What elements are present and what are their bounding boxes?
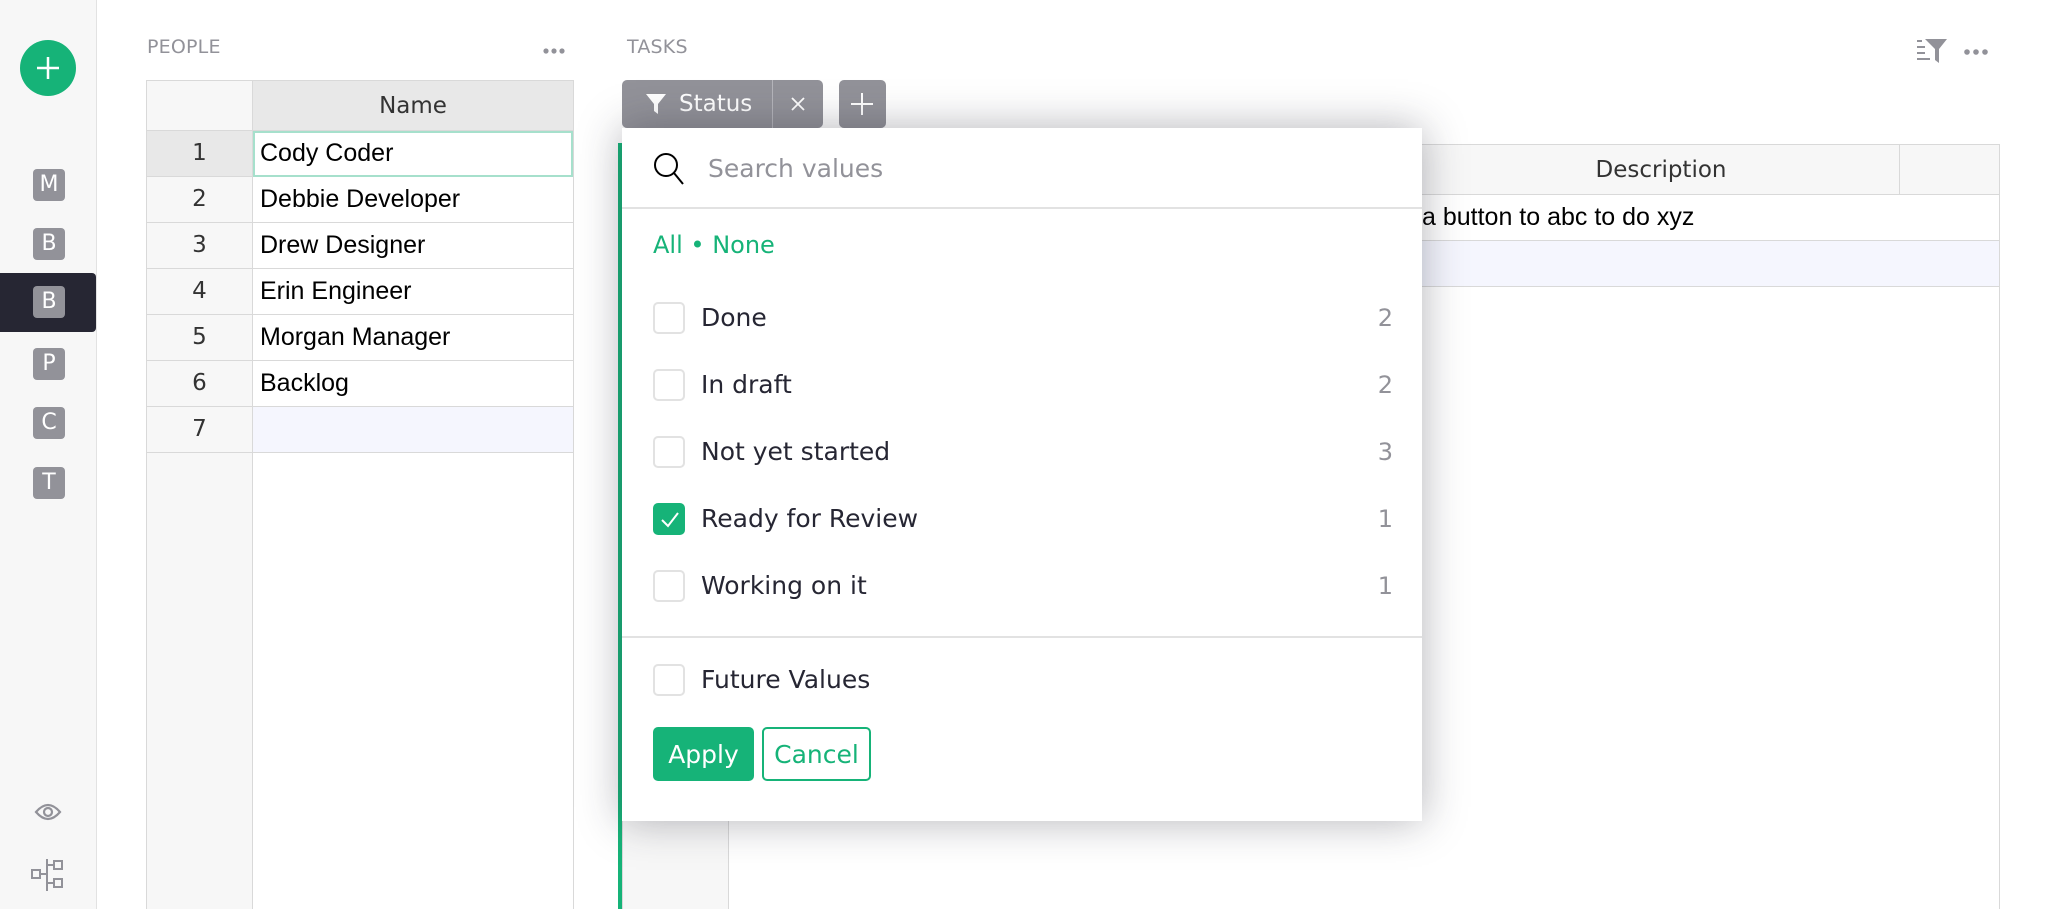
option-count: 2 bbox=[1377, 304, 1393, 332]
raw-data-tree-icon[interactable] bbox=[31, 858, 65, 892]
option-label: Done bbox=[701, 303, 767, 332]
name-cell[interactable]: Morgan Manager bbox=[253, 315, 573, 361]
option-checkbox[interactable] bbox=[653, 369, 685, 401]
page-initial-icon: T bbox=[33, 467, 65, 499]
add-row-cell[interactable] bbox=[253, 407, 573, 453]
row-number[interactable]: 4 bbox=[147, 269, 253, 315]
people-section-title: PEOPLE bbox=[147, 36, 221, 58]
column-header-add[interactable] bbox=[1899, 145, 1999, 195]
corner-header bbox=[147, 81, 253, 131]
remove-filter-button[interactable] bbox=[773, 80, 823, 128]
filter-values-popup: All • None Done 2 In draft 2 Not yet sta… bbox=[622, 128, 1422, 821]
option-checkbox-checked[interactable] bbox=[653, 503, 685, 535]
eye-icon[interactable] bbox=[34, 800, 62, 824]
name-cell[interactable]: Debbie Developer bbox=[253, 177, 573, 223]
sidebar-page-item[interactable]: C bbox=[0, 394, 96, 453]
close-icon bbox=[791, 97, 805, 111]
description-cell[interactable]: a button to abc to do xyz bbox=[1422, 203, 1694, 231]
tasks-section-title: TASKS bbox=[627, 36, 688, 58]
future-values-option[interactable]: Future Values bbox=[653, 657, 1393, 703]
option-label: Not yet started bbox=[701, 437, 891, 466]
page-initial-icon: B bbox=[33, 228, 65, 260]
row-number-add[interactable]: 7 bbox=[147, 407, 253, 453]
option-count: 1 bbox=[1377, 572, 1393, 600]
sidebar-page-item[interactable]: B bbox=[0, 215, 96, 274]
future-values-checkbox[interactable] bbox=[653, 664, 685, 696]
column-header-name[interactable]: Name bbox=[253, 81, 573, 131]
cancel-button[interactable]: Cancel bbox=[762, 727, 871, 781]
more-dots-icon[interactable] bbox=[1963, 48, 1989, 56]
filter-option[interactable]: In draft 2 bbox=[653, 362, 1393, 408]
select-none-link[interactable]: None bbox=[712, 231, 775, 259]
checkmark-icon bbox=[661, 512, 679, 528]
page-initial-icon: M bbox=[33, 169, 65, 201]
row-number[interactable]: 1 bbox=[147, 131, 253, 177]
name-cell[interactable]: Backlog bbox=[253, 361, 573, 407]
divider bbox=[622, 636, 1422, 638]
row-number[interactable]: 5 bbox=[147, 315, 253, 361]
name-cell[interactable]: Cody Coder bbox=[253, 131, 573, 177]
row-number[interactable]: 3 bbox=[147, 223, 253, 269]
plus-icon bbox=[37, 57, 59, 79]
search-values-input[interactable] bbox=[708, 146, 1388, 190]
bullet-separator: • bbox=[690, 231, 705, 259]
filter-option[interactable]: Ready for Review 1 bbox=[653, 496, 1393, 542]
left-sidebar: M B B P C T bbox=[0, 0, 97, 909]
sidebar-page-item[interactable]: M bbox=[0, 156, 96, 215]
sidebar-page-item-active[interactable]: B bbox=[0, 273, 96, 332]
apply-button[interactable]: Apply bbox=[653, 727, 754, 781]
filter-chip-label: Status bbox=[679, 91, 753, 117]
plus-icon bbox=[851, 93, 873, 115]
funnel-icon bbox=[646, 94, 666, 114]
option-count: 2 bbox=[1377, 371, 1393, 399]
page-initial-icon: B bbox=[33, 286, 65, 318]
filter-option[interactable]: Done 2 bbox=[653, 295, 1393, 341]
option-checkbox[interactable] bbox=[653, 570, 685, 602]
future-values-label: Future Values bbox=[701, 665, 871, 694]
option-label: Working on it bbox=[701, 571, 867, 600]
option-checkbox[interactable] bbox=[653, 436, 685, 468]
option-count: 1 bbox=[1377, 505, 1393, 533]
option-label: In draft bbox=[701, 370, 792, 399]
search-icon bbox=[654, 153, 684, 185]
add-filter-button[interactable] bbox=[839, 80, 886, 128]
search-row bbox=[622, 128, 1422, 209]
name-cell[interactable]: Drew Designer bbox=[253, 223, 573, 269]
column-header-description[interactable]: Description bbox=[1423, 145, 1899, 195]
page-initial-icon: P bbox=[33, 348, 65, 380]
filter-option[interactable]: Not yet started 3 bbox=[653, 429, 1393, 475]
row-number[interactable]: 6 bbox=[147, 361, 253, 407]
row-number[interactable]: 2 bbox=[147, 177, 253, 223]
sidebar-page-item[interactable]: P bbox=[0, 335, 96, 394]
page-initial-icon: C bbox=[33, 407, 65, 439]
filter-option[interactable]: Working on it 1 bbox=[653, 563, 1393, 609]
sort-filter-icon[interactable] bbox=[1916, 38, 1948, 64]
option-label: Ready for Review bbox=[701, 504, 919, 533]
select-all-none: All • None bbox=[653, 231, 775, 259]
select-all-link[interactable]: All bbox=[653, 231, 683, 259]
more-dots-icon[interactable] bbox=[543, 47, 565, 55]
sidebar-page-item[interactable]: T bbox=[0, 454, 96, 513]
name-cell[interactable]: Erin Engineer bbox=[253, 269, 573, 315]
option-count: 3 bbox=[1377, 438, 1393, 466]
add-new-button[interactable] bbox=[20, 40, 76, 96]
status-filter-chip[interactable]: Status bbox=[622, 80, 823, 128]
people-grid: Name 1 Cody Coder 2 Debbie Developer 3 D… bbox=[146, 80, 574, 909]
option-checkbox[interactable] bbox=[653, 302, 685, 334]
